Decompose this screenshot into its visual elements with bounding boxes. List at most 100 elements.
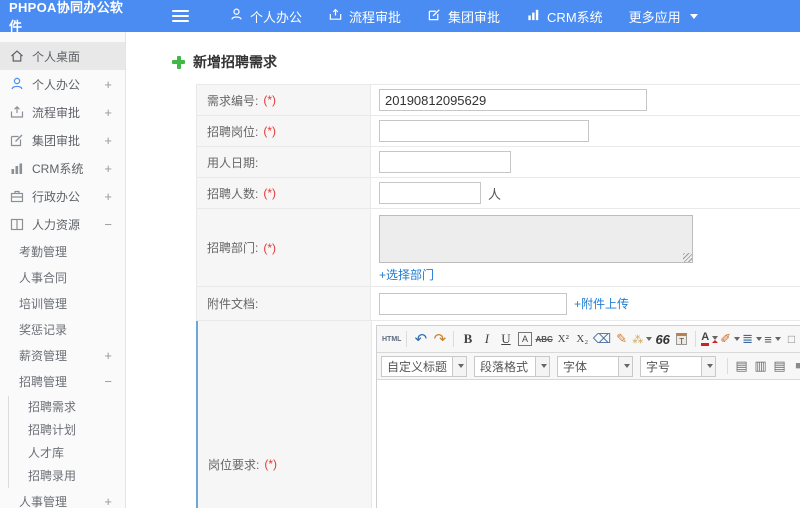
expand-plus-icon[interactable]: + xyxy=(104,161,112,176)
caret-down-icon xyxy=(689,13,698,19)
sidebar-item-personal-office[interactable]: 个人办公 + xyxy=(0,70,125,98)
font-family-select[interactable]: 字体 xyxy=(557,355,634,377)
undo-icon[interactable]: ↶ xyxy=(412,330,429,348)
menu-toggle-icon[interactable] xyxy=(172,7,189,25)
field-label-demand-no: 需求编号: (*) xyxy=(197,85,371,115)
process-icon xyxy=(9,104,25,120)
department-textarea[interactable] xyxy=(379,215,693,263)
required-mark: (*) xyxy=(263,93,277,107)
align-right-icon[interactable]: ▤ xyxy=(771,357,788,375)
redo-icon[interactable]: ↷ xyxy=(431,330,448,348)
paragraph-format-select[interactable]: 段落格式 xyxy=(474,355,551,377)
attachment-input[interactable] xyxy=(379,292,567,315)
expand-plus-icon[interactable]: + xyxy=(104,189,112,204)
caret-down-icon xyxy=(646,337,653,341)
sidebar-item-recruit-demand[interactable]: 招聘需求 xyxy=(9,396,125,419)
sidebar-item-process-approval[interactable]: 流程审批 + xyxy=(0,98,125,126)
collapse-minus-icon[interactable]: − xyxy=(104,217,112,232)
sidebar-item-personal-desktop[interactable]: 个人桌面 xyxy=(0,42,125,70)
sidebar-item-attendance[interactable]: 考勤管理 xyxy=(0,240,125,264)
expand-plus-icon[interactable]: + xyxy=(104,344,112,368)
align-left-icon[interactable]: ▤ xyxy=(733,357,750,375)
sidebar-item-hr[interactable]: 人力资源 − xyxy=(0,210,125,238)
form-row: 用人日期: xyxy=(196,147,800,178)
font-border-icon[interactable]: A xyxy=(516,330,533,348)
sidebar-item-recruit-mgmt[interactable]: 招聘管理 − xyxy=(0,370,125,394)
home-icon xyxy=(9,48,25,64)
autotypeset-icon[interactable]: ⁂ xyxy=(632,330,653,348)
select-department-link[interactable]: +选择部门 xyxy=(379,266,434,283)
sidebar-item-recruit-plan[interactable]: 招聘计划 xyxy=(9,419,125,442)
underline-icon[interactable]: U xyxy=(497,330,514,348)
user-icon xyxy=(9,76,25,92)
upload-attachment-link[interactable]: +附件上传 xyxy=(574,295,629,312)
field-label-attachment: 附件文档: xyxy=(197,287,371,320)
nav-personal-office[interactable]: 个人办公 xyxy=(229,7,302,26)
sidebar-item-personnel-mgmt[interactable]: 人事管理 + xyxy=(0,490,125,514)
superscript-icon[interactable]: X² xyxy=(555,330,572,348)
sidebar-item-talent-pool[interactable]: 人才库 xyxy=(9,442,125,465)
expand-plus-icon[interactable]: + xyxy=(104,133,112,148)
eraser-icon[interactable]: ⌫ xyxy=(593,330,611,348)
format-painter-icon[interactable]: ✎ xyxy=(613,330,630,348)
unit-suffix: 人 xyxy=(488,186,502,202)
sidebar-item-training[interactable]: 培训管理 xyxy=(0,292,125,316)
caret-down-icon xyxy=(774,337,781,341)
align-center-icon[interactable]: ▥ xyxy=(752,357,769,375)
collapse-minus-icon[interactable]: − xyxy=(104,370,112,394)
bold-icon[interactable]: B xyxy=(459,330,476,348)
sidebar-item-recruit-hire[interactable]: 招聘录用 xyxy=(9,465,125,488)
hire-date-input[interactable] xyxy=(379,151,511,173)
nav-group-approval[interactable]: 集团审批 xyxy=(427,7,500,26)
caret-down-icon xyxy=(734,337,741,341)
process-icon xyxy=(328,7,349,25)
add-icon xyxy=(172,55,185,69)
required-mark: (*) xyxy=(264,457,278,471)
book-icon xyxy=(9,216,25,232)
page-title: 新增招聘需求 xyxy=(172,52,800,72)
sidebar-item-admin-office[interactable]: 行政办公 + xyxy=(0,182,125,210)
highlight-color-icon[interactable]: ✐ xyxy=(720,330,741,348)
sidebar-item-hr-contract[interactable]: 人事合同 xyxy=(0,266,125,290)
nav-more-apps[interactable]: 更多应用 xyxy=(629,7,698,26)
strikethrough-icon[interactable]: ABC xyxy=(535,330,552,348)
editor-content-area[interactable] xyxy=(377,380,800,508)
field-label-department: 招聘部门: (*) xyxy=(197,209,371,286)
required-mark: (*) xyxy=(263,240,277,255)
required-mark: (*) xyxy=(263,186,277,200)
edit-icon xyxy=(427,7,448,25)
form-row: 招聘岗位: (*) xyxy=(196,116,800,147)
font-size-select[interactable]: 字号 xyxy=(640,355,717,377)
sidebar-item-rewards[interactable]: 奖惩记录 xyxy=(0,318,125,342)
source-code-icon[interactable]: HTML xyxy=(382,330,401,348)
paste-icon[interactable]: T xyxy=(673,330,690,348)
headcount-input[interactable] xyxy=(379,182,481,204)
nav-crm-system[interactable]: CRM系统 xyxy=(526,7,603,26)
recruit-demand-form: 需求编号: (*) 招聘岗位: (*) 用人日期 xyxy=(196,84,800,508)
custom-title-select[interactable]: 自定义标题 xyxy=(381,355,468,377)
nav-process-approval[interactable]: 流程审批 xyxy=(328,7,401,26)
required-mark: (*) xyxy=(263,124,277,138)
blockquote-icon[interactable]: 66 xyxy=(654,330,671,348)
recruit-submenu: 招聘需求 招聘计划 人才库 招聘录用 xyxy=(8,396,125,488)
new-page-icon[interactable]: □ xyxy=(783,330,800,348)
demand-no-input[interactable] xyxy=(379,89,647,111)
ordered-list-icon[interactable]: ≣ xyxy=(742,330,762,348)
chart-icon xyxy=(9,160,25,176)
caret-down-icon xyxy=(458,364,465,368)
sidebar-item-salary[interactable]: 薪资管理 + xyxy=(0,344,125,368)
align-justify-icon[interactable]: ■ xyxy=(790,357,800,375)
expand-plus-icon[interactable]: + xyxy=(104,490,112,514)
top-bar: PHPOA协同办公软件 个人办公 流程审批 集团审批 CRM系统 更多应用 xyxy=(0,0,800,34)
font-color-icon[interactable]: A xyxy=(701,330,719,348)
sidebar-item-crm[interactable]: CRM系统 + xyxy=(0,154,125,182)
position-input[interactable] xyxy=(379,120,589,142)
subscript-icon[interactable]: X₂ xyxy=(574,330,591,348)
italic-icon[interactable]: I xyxy=(478,330,495,348)
sidebar-item-group-approval[interactable]: 集团审批 + xyxy=(0,126,125,154)
form-row: 附件文档: +附件上传 xyxy=(196,287,800,321)
unordered-list-icon[interactable]: ≡ xyxy=(764,330,781,348)
expand-plus-icon[interactable]: + xyxy=(104,77,112,92)
expand-plus-icon[interactable]: + xyxy=(104,105,112,120)
sidebar: 个人桌面 个人办公 + 流程审批 + 集团审批 + CRM系统 + 行政办公 + xyxy=(0,32,126,509)
